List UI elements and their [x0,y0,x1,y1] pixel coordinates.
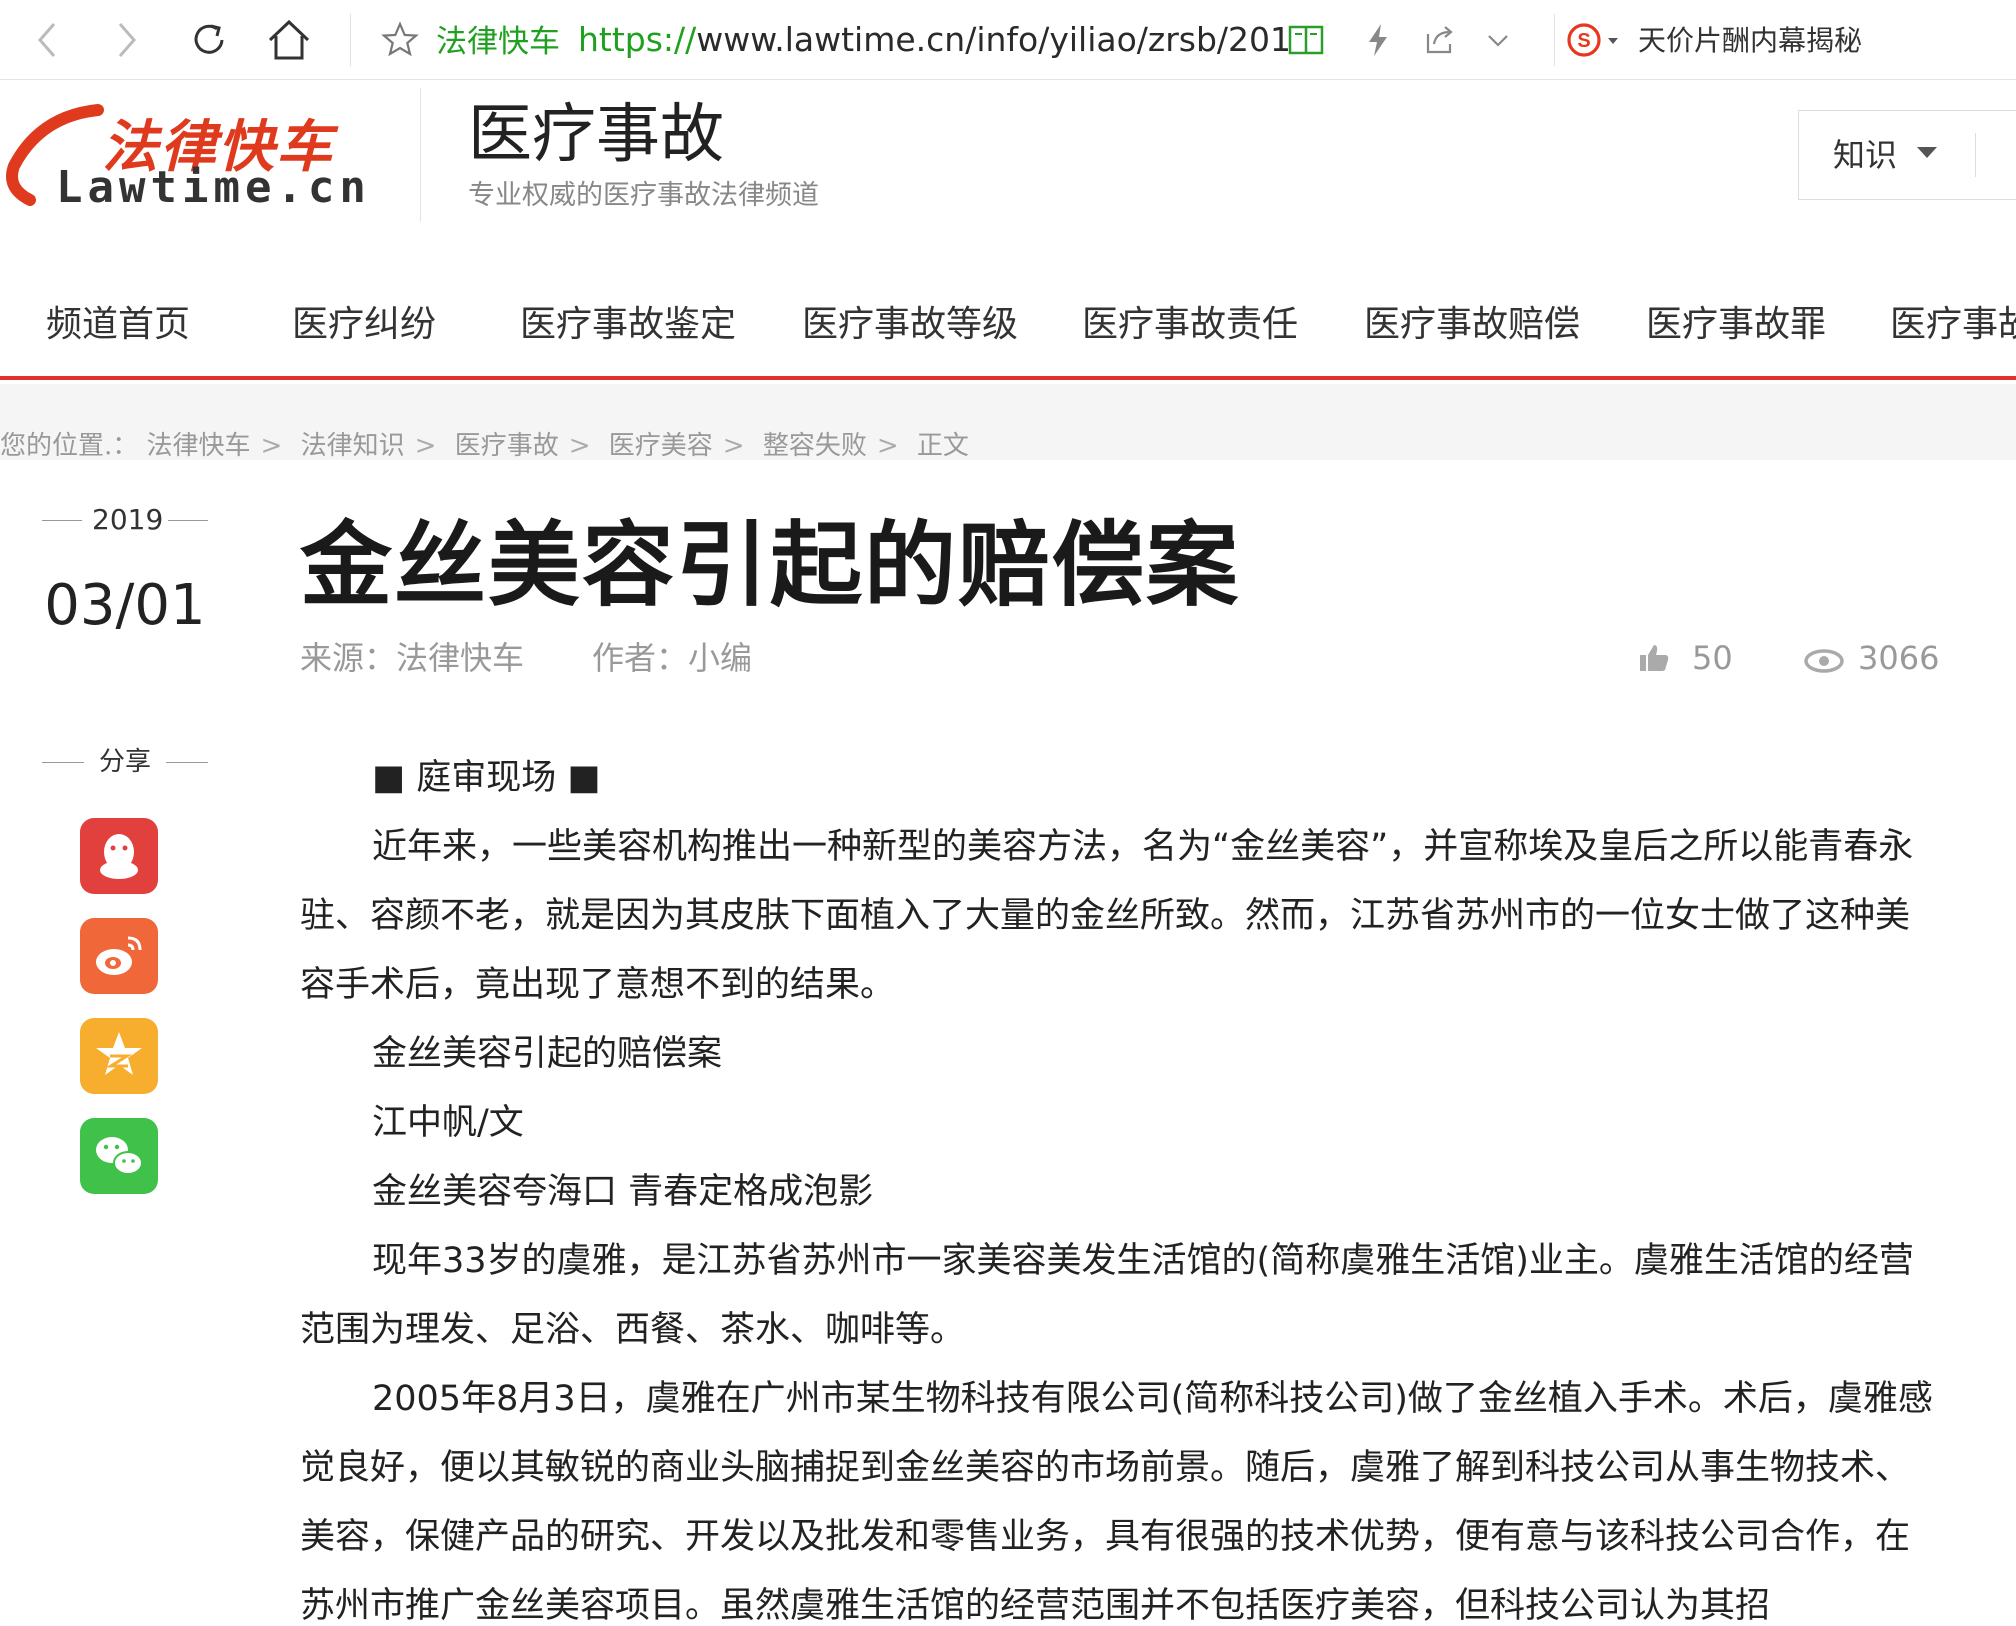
article-author: 作者：小编 [592,639,753,677]
share-rule-left [42,762,84,763]
breadcrumb-prefix: 您的位置.： [0,431,139,461]
knowledge-select[interactable]: 知识 [1798,110,2016,200]
select-divider [1975,133,1976,177]
breadcrumb-item[interactable]: 法律快车 [147,431,251,461]
toolbar-separator [1554,14,1555,66]
article-paragraph: 金丝美容引起的赔偿案 [372,1034,723,1074]
qzone-icon [96,1032,142,1075]
address-bar-url[interactable]: https://www.lawtime.cn/info/yiliao/zrsb/… [578,18,1291,62]
article-body: ■ 庭审现场 ■ 近年来，一些美容机构推出一种新型的美容方法，名为“金丝美容”，… [300,744,1940,1626]
share-page-icon[interactable] [1420,20,1460,60]
channel-subtitle: 专业权威的医疗事故法律频道 [468,180,819,211]
publish-year: 2019 [42,500,208,540]
breadcrumb-item[interactable]: 法律知识 [301,431,405,461]
nav-item-crime[interactable]: 医疗事故罪 [1646,298,1826,352]
year-rule-left [42,520,82,521]
site-name-label: 法律快车 [436,24,560,60]
bookmark-star-icon[interactable] [380,20,420,60]
article-title: 金丝美容引起的赔偿案 [300,512,1241,619]
forward-icon[interactable] [102,14,152,66]
publish-date: 03/01 [44,573,206,638]
article-source: 来源：法律快车 [300,639,525,677]
nav-item-grade[interactable]: 医疗事故等级 [802,298,1018,352]
share-weibo-button[interactable] [80,918,158,994]
nav-item-disputes[interactable]: 医疗纠纷 [292,298,436,352]
sogou-search-icon[interactable]: S [1566,20,1606,60]
url-path: www.lawtime.cn/info/yiliao/zrsb/201 [696,20,1292,59]
caret-down-icon [1917,147,1937,158]
url-scheme: https:// [578,20,697,59]
breadcrumb-chevron-icon: > [876,431,899,461]
article-paragraph: 江中帆/文 [372,1103,524,1143]
share-heading: 分享 [42,742,208,782]
article-paragraph: 2005年8月3日，虞雅在广州市某生物科技有限公司(简称科技公司)做了金丝植入手… [300,1379,1933,1626]
reader-mode-icon[interactable] [1286,20,1326,60]
nav-item-more[interactable]: 医疗事故 [1890,298,2016,352]
share-label: 分享 [98,747,151,777]
knowledge-select-label: 知识 [1833,136,1898,174]
breadcrumb-chevron-icon: > [260,431,283,461]
article-paragraph: 金丝美容夸海口 青春定格成泡影 [372,1172,874,1212]
nav-item-appraisal[interactable]: 医疗事故鉴定 [520,298,736,352]
share-wechat-button[interactable] [80,1118,158,1194]
breadcrumb-item[interactable]: 医疗事故 [455,431,559,461]
reload-icon[interactable] [184,14,234,66]
eye-icon [1804,648,1844,674]
thumbs-up-icon[interactable] [1638,642,1670,674]
wechat-icon [96,1137,143,1175]
view-count: 3066 [1858,639,1940,677]
article-paragraph: 现年33岁的虞雅，是江苏省苏州市一家美容美发生活馆的(简称虞雅生活馆)业主。虞雅… [300,1241,1914,1350]
header-separator [420,88,421,222]
like-count: 50 [1692,639,1733,677]
share-qq-button[interactable] [80,818,158,894]
nav-item-compensation[interactable]: 医疗事故赔偿 [1364,298,1580,352]
breadcrumb-chevron-icon: > [414,431,437,461]
nav-item-home[interactable]: 频道首页 [46,298,190,352]
svg-text:S: S [1577,30,1590,52]
logo-english-text: Lawtime.cn [56,162,371,213]
nav-item-liability[interactable]: 医疗事故责任 [1082,298,1298,352]
year-rule-right [168,520,208,521]
breadcrumb-item[interactable]: 医疗美容 [609,431,713,461]
publish-year-text: 2019 [92,503,164,536]
channel-title[interactable]: 医疗事故 [468,94,724,176]
weibo-icon [96,936,142,975]
search-engine-caret-icon[interactable] [1604,20,1622,60]
share-rule-right [166,762,208,763]
home-icon[interactable] [264,14,314,66]
search-hint-text[interactable]: 天价片酬内幕揭秘 [1638,20,1862,62]
qq-icon [100,834,138,879]
breadcrumb-item-current: 正文 [916,431,969,461]
chevron-down-icon[interactable] [1478,20,1518,60]
browser-toolbar: 法律快车 https://www.lawtime.cn/info/yiliao/… [0,0,2016,80]
address-separator [350,14,351,66]
article-paragraph: 近年来，一些美容机构推出一种新型的美容方法，名为“金丝美容”，并宣称埃及皇后之所… [300,827,1914,1005]
channel-nav: 频道首页 医疗纠纷 医疗事故鉴定 医疗事故等级 医疗事故责任 医疗事故赔偿 医疗… [0,280,2016,380]
lightning-icon[interactable] [1358,20,1398,60]
breadcrumb-chevron-icon: > [722,431,745,461]
breadcrumb-chevron-icon: > [568,431,591,461]
section-heading: ■ 庭审现场 ■ [372,758,601,798]
breadcrumb-item[interactable]: 整容失败 [763,431,867,461]
site-logo[interactable]: 法律快车 Lawtime.cn [0,96,380,216]
back-icon[interactable] [22,14,72,66]
share-qzone-button[interactable] [80,1018,158,1094]
